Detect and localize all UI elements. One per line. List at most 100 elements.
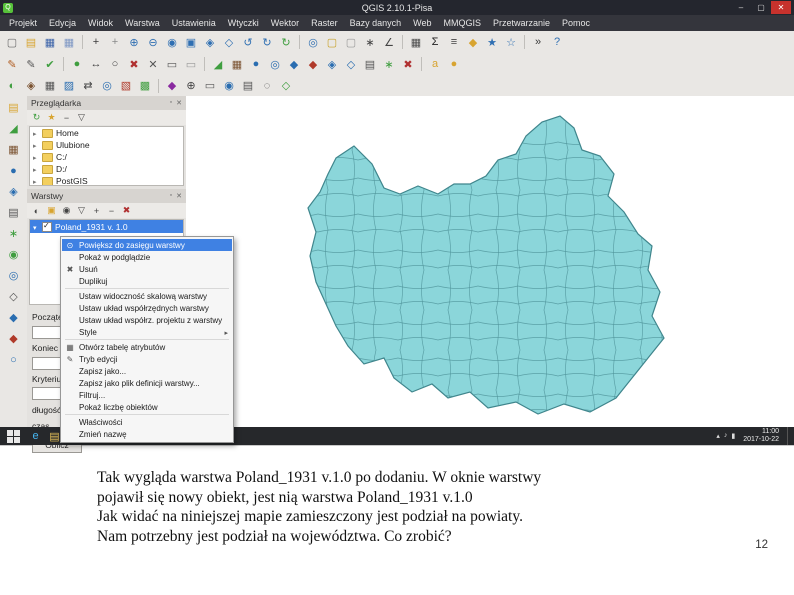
map-canvas[interactable] bbox=[186, 96, 794, 427]
menu-item[interactable]: Wtyczki bbox=[222, 15, 265, 31]
bookmarks-icon[interactable]: ★ bbox=[483, 33, 501, 51]
browser-item[interactable]: D:/ bbox=[30, 163, 183, 175]
add-feature-icon[interactable]: ● bbox=[68, 55, 86, 73]
menu-item[interactable]: Raster bbox=[305, 15, 344, 31]
expand-arrow-icon[interactable] bbox=[33, 152, 39, 162]
virtual-layer-icon[interactable]: ◇ bbox=[4, 288, 24, 305]
statistics-icon[interactable]: ≡ bbox=[445, 33, 463, 51]
zoom-full-icon[interactable]: ▣ bbox=[182, 33, 200, 51]
menu-item[interactable]: Pomoc bbox=[556, 15, 596, 31]
cut-features-icon[interactable]: ✕ bbox=[144, 55, 162, 73]
add-vector-icon[interactable]: ◢ bbox=[4, 120, 24, 137]
context-menu-item-rename[interactable]: Zmień nazwę bbox=[62, 428, 232, 440]
start-button[interactable] bbox=[2, 428, 24, 444]
context-menu-item-filter[interactable]: Filtruj... bbox=[62, 389, 232, 401]
context-menu-item-set-layer-crs[interactable]: Ustaw układ współrzędnych warstwy bbox=[62, 302, 232, 314]
minimize-button[interactable]: – bbox=[731, 1, 751, 14]
dxf-export-icon[interactable]: ▭ bbox=[201, 77, 219, 95]
zoom-next-icon[interactable]: ↻ bbox=[258, 33, 276, 51]
pan-to-selection-icon[interactable]: + bbox=[106, 33, 124, 51]
add-vector-layer-icon[interactable]: ◢ bbox=[209, 55, 227, 73]
context-menu-item-show-in-overview[interactable]: Pokaż w podglądzie bbox=[62, 251, 232, 263]
add-text-layer-icon[interactable]: ▤ bbox=[4, 204, 24, 221]
dock-float-icon[interactable]: ▫ bbox=[170, 192, 172, 200]
interpolation-icon[interactable]: ▨ bbox=[60, 77, 78, 95]
zoom-out-icon[interactable]: ⊖ bbox=[144, 33, 162, 51]
help-icon[interactable]: ? bbox=[548, 33, 566, 51]
add-raster-layer-icon[interactable]: ▦ bbox=[228, 55, 246, 73]
layer-visibility-checkbox[interactable] bbox=[42, 221, 52, 232]
menu-item[interactable]: Warstwa bbox=[119, 15, 166, 31]
menu-item[interactable]: Web bbox=[407, 15, 437, 31]
add-delimited-text-icon[interactable]: ▤ bbox=[361, 55, 379, 73]
zoom-actual-icon[interactable]: ◉ bbox=[163, 33, 181, 51]
zoom-to-layer-icon[interactable]: ◇ bbox=[220, 33, 238, 51]
move-feature-icon[interactable]: ↔ bbox=[87, 55, 105, 73]
context-menu-item-scale-visibility[interactable]: Ustaw widoczność skalową warstwy bbox=[62, 290, 232, 302]
context-menu-item-remove[interactable]: ✖ Usuń bbox=[62, 263, 232, 275]
remove-layer-group-icon[interactable]: ✖ bbox=[120, 204, 133, 217]
filter-browser-icon[interactable]: ▽ bbox=[75, 111, 88, 124]
map-tips-icon[interactable]: ◆ bbox=[464, 33, 482, 51]
python-console-icon[interactable]: » bbox=[529, 33, 547, 51]
zoom-last-icon[interactable]: ↺ bbox=[239, 33, 257, 51]
collapse-all-icon[interactable]: − bbox=[60, 111, 73, 124]
volume-icon[interactable]: ♪ bbox=[724, 432, 728, 440]
gps-icon[interactable]: ◎ bbox=[4, 267, 24, 284]
georeferencer-icon[interactable]: ◈ bbox=[22, 77, 40, 95]
pan-map-icon[interactable]: + bbox=[87, 33, 105, 51]
expand-arrow-icon[interactable] bbox=[33, 140, 39, 150]
remove-layer-icon[interactable]: ✖ bbox=[399, 55, 417, 73]
context-menu-item-styles[interactable]: Style bbox=[62, 326, 232, 338]
internet-explorer-icon[interactable]: e bbox=[26, 428, 45, 444]
zoom-to-selection-icon[interactable]: ◈ bbox=[201, 33, 219, 51]
filter-legend-icon[interactable]: ▽ bbox=[75, 204, 88, 217]
mmqgis-icon[interactable]: ◆ bbox=[163, 77, 181, 95]
maximize-button[interactable]: ▢ bbox=[751, 1, 771, 14]
add-wms-layer-icon[interactable]: ◈ bbox=[323, 55, 341, 73]
context-menu-item-properties[interactable]: Właściwości bbox=[62, 416, 232, 428]
show-desktop-button[interactable] bbox=[787, 427, 792, 445]
copy-features-icon[interactable]: ▭ bbox=[163, 55, 181, 73]
diagram-icon[interactable]: ● bbox=[445, 55, 463, 73]
osm-layer-icon[interactable]: ◉ bbox=[4, 246, 24, 263]
dock-close-icon[interactable]: ✕ bbox=[176, 192, 182, 200]
expand-arrow-icon[interactable] bbox=[33, 176, 39, 185]
spatial-query-icon[interactable]: ◎ bbox=[98, 77, 116, 95]
browser-item[interactable]: Ulubione bbox=[30, 139, 183, 151]
add-raster-icon[interactable]: ▦ bbox=[4, 141, 24, 158]
expand-arrow-icon[interactable] bbox=[33, 164, 39, 174]
title-bar[interactable]: Q QGIS 2.10.1-Pisa – ▢ ✕ bbox=[0, 0, 794, 15]
toggle-editing-icon[interactable]: ✎ bbox=[22, 55, 40, 73]
zoom-in-icon[interactable]: ⊕ bbox=[125, 33, 143, 51]
layer-item-poland-1931[interactable]: Poland_1931 v. 1.0 bbox=[30, 220, 183, 233]
menu-item[interactable]: Wektor bbox=[265, 15, 305, 31]
open-project-icon[interactable]: ▤ bbox=[22, 33, 40, 51]
new-project-icon[interactable]: ▢ bbox=[3, 33, 21, 51]
context-menu-item-duplicate[interactable]: Duplikuj bbox=[62, 275, 232, 287]
browser-item[interactable]: PostGIS bbox=[30, 175, 183, 185]
context-menu-item-save-as[interactable]: Zapisz jako... bbox=[62, 365, 232, 377]
menu-item[interactable]: Przetwarzanie bbox=[487, 15, 556, 31]
coordinate-capture-icon[interactable]: ⊕ bbox=[182, 77, 200, 95]
spatialite-icon[interactable]: ◆ bbox=[4, 309, 24, 326]
open-layer-styling-icon[interactable]: ◐ bbox=[30, 204, 43, 217]
browser-item[interactable]: Home bbox=[30, 127, 183, 139]
context-menu-item-save-as-definition[interactable]: Zapisz jako plik definicji warstwy... bbox=[62, 377, 232, 389]
dock-float-icon[interactable]: ▫ bbox=[170, 99, 172, 107]
add-database-icon[interactable]: ● bbox=[4, 162, 24, 179]
refresh-map-icon[interactable]: ↻ bbox=[277, 33, 295, 51]
raster-calculator-icon[interactable]: ▦ bbox=[41, 77, 59, 95]
context-menu-item-set-project-crs[interactable]: Ustaw układ współrz. projektu z warstwy bbox=[62, 314, 232, 326]
zonal-statistics-icon[interactable]: ▩ bbox=[136, 77, 154, 95]
tray-expand-icon[interactable]: ▴ bbox=[716, 432, 720, 440]
add-oracle-layer-icon[interactable]: ◆ bbox=[304, 55, 322, 73]
expand-all-icon[interactable]: + bbox=[90, 204, 103, 217]
save-project-as-icon[interactable]: ▦ bbox=[60, 33, 78, 51]
add-postgis-layer-icon[interactable]: ● bbox=[247, 55, 265, 73]
new-layer-icon[interactable]: ∗ bbox=[4, 225, 24, 242]
new-bookmark-icon[interactable]: ☆ bbox=[502, 33, 520, 51]
context-menu-item-show-feature-count[interactable]: Pokaż liczbę obiektów bbox=[62, 401, 232, 413]
deselect-features-icon[interactable]: ▢ bbox=[342, 33, 360, 51]
add-wfs-layer-icon[interactable]: ◇ bbox=[342, 55, 360, 73]
